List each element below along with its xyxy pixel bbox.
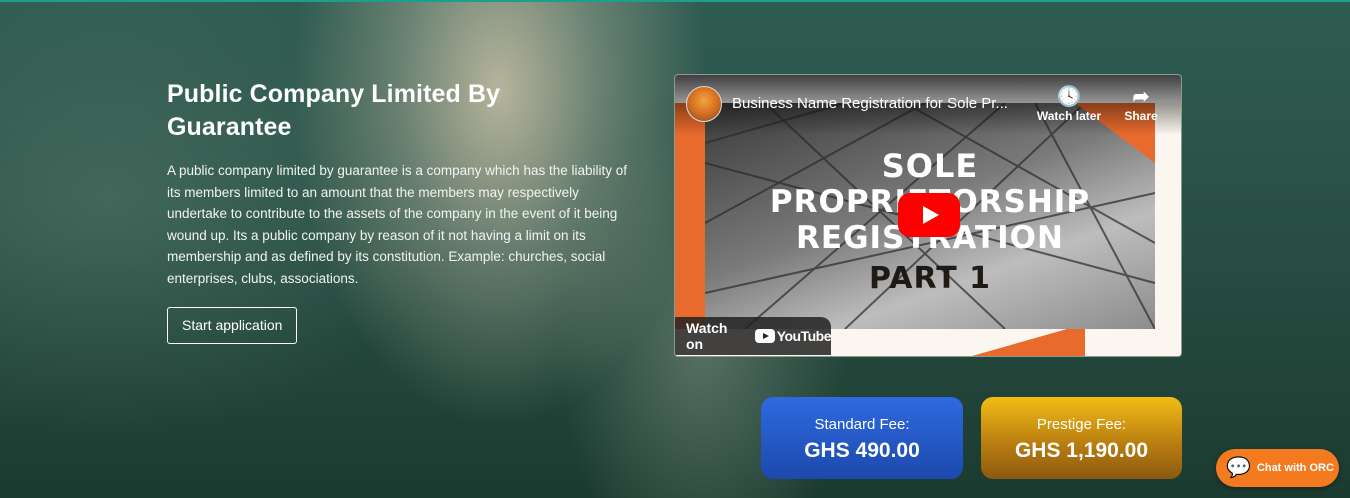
youtube-wordmark: YouTube <box>776 328 832 344</box>
youtube-logo: YouTube <box>754 328 832 344</box>
standard-fee-card: Standard Fee: GHS 490.00 <box>761 397 963 479</box>
watch-later-label: Watch later <box>1036 109 1102 123</box>
thumbnail-text-line: PART 1 <box>869 261 991 296</box>
wechat-icon: 💬 <box>1226 457 1251 479</box>
share-button[interactable]: ➦ Share <box>1119 85 1163 123</box>
channel-avatar[interactable] <box>686 86 722 122</box>
thumbnail-frame-right <box>1155 103 1181 356</box>
start-application-button[interactable]: Start application <box>167 307 298 344</box>
clock-icon: 🕓 <box>1056 86 1082 108</box>
share-label: Share <box>1124 109 1158 123</box>
prestige-fee-value: GHS 1,190.00 <box>1014 439 1149 462</box>
watch-later-button[interactable]: 🕓 Watch later <box>1035 85 1103 123</box>
play-icon[interactable] <box>898 193 960 237</box>
company-description: A public company limited by guarantee is… <box>167 163 627 286</box>
watch-on-label: Watch on <box>686 320 728 352</box>
chat-with-orc-button[interactable]: 💬 Chat with ORC <box>1216 449 1339 487</box>
prestige-fee-label: Prestige Fee: <box>1036 416 1127 433</box>
company-type-info: Public Company Limited By Guarantee A pu… <box>167 78 627 344</box>
chat-label: Chat with ORC <box>1256 462 1334 474</box>
watch-on-youtube-button[interactable]: Watch on YouTube <box>675 317 832 355</box>
prestige-fee-card: Prestige Fee: GHS 1,190.00 <box>981 397 1182 479</box>
standard-fee-label: Standard Fee: <box>814 416 910 433</box>
top-accent-line <box>0 0 1350 2</box>
thumbnail-text-line: SOLE <box>881 147 979 185</box>
video-title-link[interactable]: Business Name Registration for Sole Pr..… <box>732 95 1032 112</box>
standard-fee-value: GHS 490.00 <box>804 439 920 462</box>
youtube-play-icon <box>754 329 775 343</box>
page-title: Public Company Limited By Guarantee <box>167 80 501 141</box>
embedded-video-player[interactable]: SOLE PROPRIETORSHIP REGISTRATION PART 1 … <box>674 74 1182 357</box>
share-arrow-icon: ➦ <box>1132 86 1150 108</box>
